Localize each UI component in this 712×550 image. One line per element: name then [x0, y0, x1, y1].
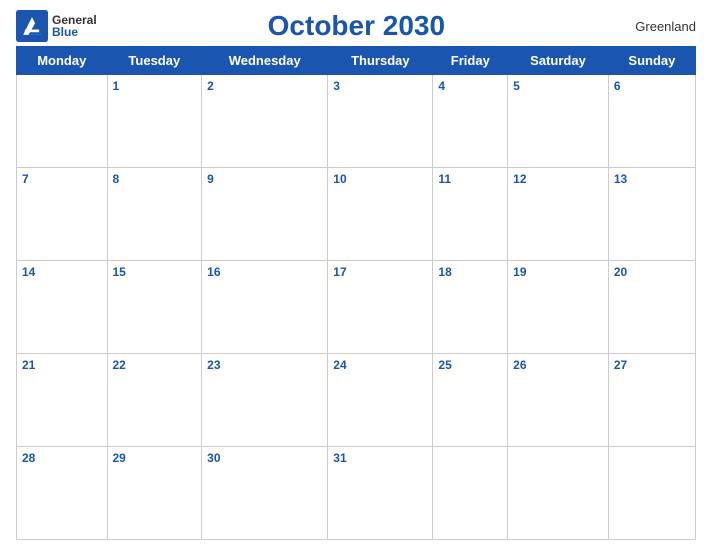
calendar-cell: 21	[17, 354, 108, 447]
calendar-cell: 17	[328, 261, 433, 354]
calendar-cell: 4	[433, 75, 508, 168]
calendar-cell: 15	[107, 261, 202, 354]
weekday-header-tuesday: Tuesday	[107, 47, 202, 75]
calendar-cell: 16	[202, 261, 328, 354]
weekday-header-thursday: Thursday	[328, 47, 433, 75]
day-number: 19	[513, 265, 526, 279]
day-number: 29	[113, 451, 126, 465]
day-number: 11	[438, 172, 451, 186]
calendar-cell: 20	[608, 261, 695, 354]
day-number: 30	[207, 451, 220, 465]
calendar-cell: 31	[328, 447, 433, 540]
calendar-cell: 18	[433, 261, 508, 354]
logo-text: General Blue	[52, 14, 97, 38]
calendar-cell: 12	[508, 168, 609, 261]
calendar-cell: 30	[202, 447, 328, 540]
logo-icon	[16, 10, 48, 42]
calendar-cell: 29	[107, 447, 202, 540]
day-number: 26	[513, 358, 526, 372]
calendar-cell: 19	[508, 261, 609, 354]
calendar-cell: 2	[202, 75, 328, 168]
calendar-title: October 2030	[97, 10, 616, 42]
day-number: 12	[513, 172, 526, 186]
calendar-cell	[17, 75, 108, 168]
weekday-header-wednesday: Wednesday	[202, 47, 328, 75]
calendar-week-0: 1 2 3 4 5 6	[17, 75, 696, 168]
calendar-cell: 28	[17, 447, 108, 540]
calendar-cell: 22	[107, 354, 202, 447]
calendar-week-2: 14 15 16 17 18 19 20	[17, 261, 696, 354]
day-number: 23	[207, 358, 220, 372]
day-number: 9	[207, 172, 214, 186]
day-number: 10	[333, 172, 346, 186]
day-number: 3	[333, 79, 340, 93]
calendar-cell: 7	[17, 168, 108, 261]
calendar-cell	[508, 447, 609, 540]
day-number: 16	[207, 265, 220, 279]
calendar-header: MondayTuesdayWednesdayThursdayFridaySatu…	[17, 47, 696, 75]
calendar-cell: 11	[433, 168, 508, 261]
logo: General Blue	[16, 10, 97, 42]
day-number: 28	[22, 451, 35, 465]
calendar-table: MondayTuesdayWednesdayThursdayFridaySatu…	[16, 46, 696, 540]
calendar-cell: 27	[608, 354, 695, 447]
calendar-cell: 14	[17, 261, 108, 354]
day-number: 14	[22, 265, 35, 279]
calendar-cell: 26	[508, 354, 609, 447]
calendar-cell: 24	[328, 354, 433, 447]
day-number: 7	[22, 172, 29, 186]
calendar-week-4: 28 29 30 31	[17, 447, 696, 540]
calendar-cell: 5	[508, 75, 609, 168]
weekday-header-monday: Monday	[17, 47, 108, 75]
day-number: 2	[207, 79, 214, 93]
calendar-body: 1234567891011121314151617181920212223242…	[17, 75, 696, 540]
logo-blue-text: Blue	[52, 26, 97, 38]
calendar-cell: 25	[433, 354, 508, 447]
calendar-cell: 8	[107, 168, 202, 261]
calendar-cell: 6	[608, 75, 695, 168]
calendar-cell: 10	[328, 168, 433, 261]
weekday-header-row: MondayTuesdayWednesdayThursdayFridaySatu…	[17, 47, 696, 75]
calendar-cell: 1	[107, 75, 202, 168]
day-number: 15	[113, 265, 126, 279]
calendar-cell	[608, 447, 695, 540]
day-number: 6	[614, 79, 621, 93]
day-number: 31	[333, 451, 346, 465]
day-number: 24	[333, 358, 346, 372]
top-bar: General Blue October 2030 Greenland	[16, 10, 696, 42]
calendar-week-1: 7 8 9 10 11 12 13	[17, 168, 696, 261]
calendar-cell: 23	[202, 354, 328, 447]
day-number: 17	[333, 265, 346, 279]
calendar-week-3: 21 22 23 24 25 26 27	[17, 354, 696, 447]
day-number: 20	[614, 265, 627, 279]
day-number: 27	[614, 358, 627, 372]
day-number: 1	[113, 79, 120, 93]
day-number: 4	[438, 79, 445, 93]
weekday-header-sunday: Sunday	[608, 47, 695, 75]
day-number: 22	[113, 358, 126, 372]
day-number: 25	[438, 358, 451, 372]
calendar-cell: 13	[608, 168, 695, 261]
calendar-cell	[433, 447, 508, 540]
weekday-header-saturday: Saturday	[508, 47, 609, 75]
weekday-header-friday: Friday	[433, 47, 508, 75]
day-number: 5	[513, 79, 520, 93]
calendar-cell: 9	[202, 168, 328, 261]
day-number: 21	[22, 358, 35, 372]
day-number: 13	[614, 172, 627, 186]
region-label: Greenland	[616, 19, 696, 34]
day-number: 18	[438, 265, 451, 279]
day-number: 8	[113, 172, 120, 186]
calendar-cell: 3	[328, 75, 433, 168]
